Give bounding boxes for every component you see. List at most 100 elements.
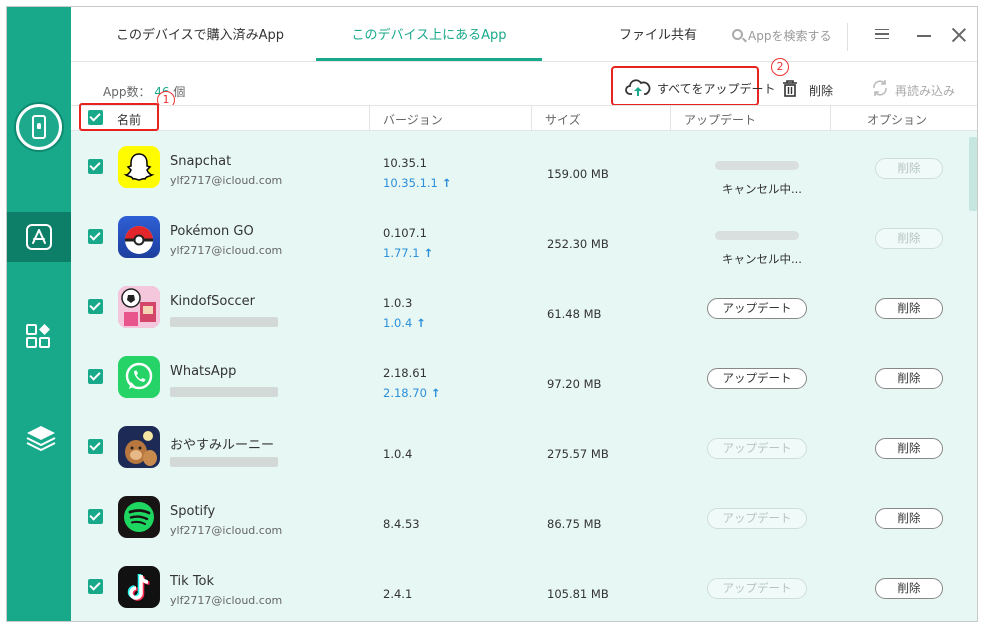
app-size: 97.20 MB	[547, 377, 602, 391]
header-divider	[847, 23, 848, 51]
app-size: 86.75 MB	[547, 517, 602, 531]
spotify-icon	[118, 496, 160, 538]
reload-icon[interactable]	[871, 79, 889, 97]
grid-icon	[26, 324, 50, 348]
app-list: Snapchat ylf2717@icloud.com 10.35.1 10.3…	[71, 131, 967, 621]
row-checkbox[interactable]	[88, 159, 103, 174]
minimize-icon[interactable]	[917, 35, 931, 37]
scroll-thumb[interactable]	[969, 137, 977, 211]
column-size[interactable]: サイズ	[545, 111, 581, 128]
toolbar: App数： 46 個 1 2 すべてをアップデート 削除 再読み込み	[71, 58, 977, 109]
sidebar-item-toolkit[interactable]	[7, 412, 71, 462]
redacted-account	[170, 457, 278, 467]
column-header: 名前 バージョン サイズ アップデート オプション	[71, 103, 977, 131]
new-version-text: 2.18.70	[383, 386, 427, 400]
column-name[interactable]: 名前	[117, 111, 141, 128]
delete-app-button[interactable]: 削除	[875, 438, 943, 459]
table-row: Spotify ylf2717@icloud.com 8.4.53 86.75 …	[71, 481, 967, 551]
redacted-account	[170, 317, 278, 327]
app-version: 8.4.53	[383, 517, 420, 531]
app-version: 0.107.1	[383, 226, 427, 240]
update-app-button[interactable]: アップデート	[707, 438, 807, 459]
app-new-version: 2.18.70 ↑	[383, 386, 441, 400]
close-icon[interactable]	[951, 27, 967, 43]
tiktok-icon	[118, 566, 160, 608]
tab-purchased-apps[interactable]: このデバイスで購入済みApp	[87, 7, 313, 61]
row-checkbox[interactable]	[88, 369, 103, 384]
search-input[interactable]: Appを検索する	[748, 27, 831, 44]
delete-app-button[interactable]: 削除	[875, 368, 943, 389]
delete-app-button[interactable]: 削除	[875, 578, 943, 599]
app-name: KindofSoccer	[170, 294, 256, 309]
app-size: 159.00 MB	[547, 167, 609, 181]
update-app-button[interactable]: アップデート	[707, 368, 807, 389]
menu-icon[interactable]	[875, 29, 889, 39]
app-account: ylf2717@icloud.com	[170, 594, 283, 607]
app-version: 2.4.1	[383, 587, 413, 601]
update-app-button[interactable]: アップデート	[707, 298, 807, 319]
trash-icon[interactable]	[781, 79, 799, 97]
app-size: 275.57 MB	[547, 447, 609, 461]
device-avatar[interactable]	[14, 102, 64, 152]
layers-icon	[26, 426, 56, 451]
column-divider	[531, 106, 532, 131]
cloud-upload-icon	[625, 79, 651, 96]
kindofsoccer-icon	[118, 286, 160, 328]
app-version: 1.0.3	[383, 296, 413, 310]
update-app-button[interactable]: アップデート	[707, 578, 807, 599]
table-row: Tik Tok ylf2717@icloud.com 2.4.1 105.81 …	[71, 551, 967, 621]
update-progress-bar	[715, 231, 799, 240]
row-checkbox[interactable]	[88, 229, 103, 244]
table-row: Pokémon GO ylf2717@icloud.com 0.107.1 1.…	[71, 201, 967, 271]
app-version: 2.18.61	[383, 366, 427, 380]
row-checkbox[interactable]	[88, 509, 103, 524]
row-checkbox[interactable]	[88, 299, 103, 314]
redacted-account	[170, 387, 278, 397]
app-name: Spotify	[170, 504, 216, 519]
search-icon[interactable]	[732, 29, 743, 40]
whatsapp-icon	[118, 356, 160, 398]
column-option: オプション	[867, 113, 928, 127]
snapchat-icon	[118, 146, 160, 188]
reload-button[interactable]: 再読み込み	[895, 82, 955, 99]
delete-button[interactable]: 削除	[809, 82, 833, 99]
app-window: このデバイスで購入済みApp このデバイス上にあるApp ファイル共有 Appを…	[6, 6, 978, 622]
scrollbar[interactable]	[967, 131, 977, 621]
tab-device-apps[interactable]: このデバイス上にあるApp	[316, 7, 542, 61]
update-progress-bar	[715, 161, 799, 170]
delete-app-button[interactable]: 削除	[875, 508, 943, 529]
update-all-label: すべてをアップデート	[657, 82, 776, 96]
row-checkbox[interactable]	[88, 579, 103, 594]
arrow-up-icon: ↑	[441, 176, 452, 190]
delete-app-button[interactable]: 削除	[875, 158, 943, 179]
app-size: 61.48 MB	[547, 307, 602, 321]
row-checkbox[interactable]	[88, 439, 103, 454]
new-version-text: 1.0.4	[383, 316, 413, 330]
column-divider	[830, 106, 831, 131]
arrow-up-icon: ↑	[430, 386, 441, 400]
column-divider	[369, 106, 370, 131]
sidebar-item-app-manager[interactable]	[7, 212, 71, 262]
app-store-icon	[26, 224, 52, 250]
app-size: 252.30 MB	[547, 237, 609, 251]
header: このデバイスで購入済みApp このデバイス上にあるApp ファイル共有 Appを…	[71, 7, 977, 62]
sidebar-item-categories[interactable]	[7, 312, 71, 362]
delete-app-button[interactable]: 削除	[875, 298, 943, 319]
update-app-button[interactable]: アップデート	[707, 508, 807, 529]
cancel-status: キャンセル中...	[722, 252, 802, 266]
oyasumi-rooney-icon	[118, 426, 160, 468]
select-all-checkbox[interactable]	[88, 110, 103, 125]
sidebar	[7, 7, 71, 621]
table-row: おやすみルーニー 1.0.4 275.57 MB アップデート 削除	[71, 411, 967, 481]
cancel-status: キャンセル中...	[722, 182, 802, 196]
app-account: ylf2717@icloud.com	[170, 244, 283, 257]
app-account: ylf2717@icloud.com	[170, 524, 283, 537]
table-row: Snapchat ylf2717@icloud.com 10.35.1 10.3…	[71, 131, 967, 201]
arrow-up-icon: ↑	[423, 246, 434, 260]
app-new-version: 1.0.4 ↑	[383, 316, 426, 330]
app-name: WhatsApp	[170, 364, 237, 379]
update-all-button[interactable]: すべてをアップデート	[611, 66, 775, 106]
step-badge-2: 2	[771, 58, 789, 76]
column-version[interactable]: バージョン	[383, 111, 443, 128]
delete-app-button[interactable]: 削除	[875, 228, 943, 249]
